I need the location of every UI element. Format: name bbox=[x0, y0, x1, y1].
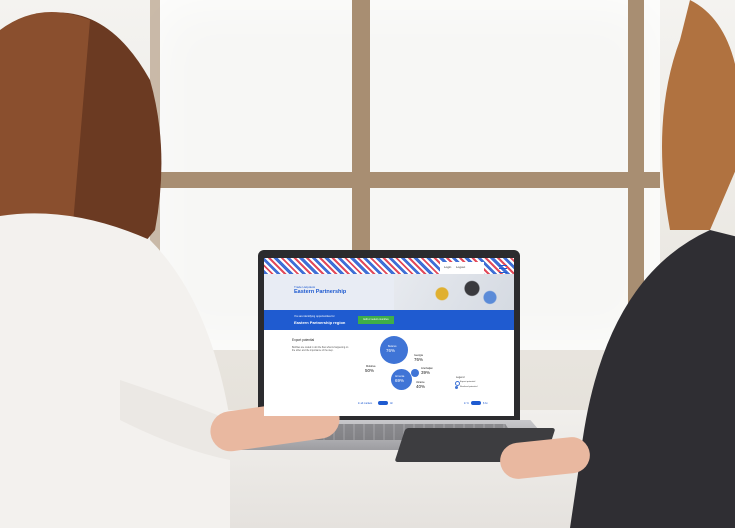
bubble-value: 50% bbox=[365, 368, 375, 373]
bubble-azerbaijan[interactable] bbox=[411, 369, 419, 377]
unit-toggle[interactable] bbox=[471, 401, 481, 405]
legend-item-realised: Realised potential bbox=[460, 386, 478, 388]
section-text: Bubbles are coded in dot the flow what i… bbox=[292, 347, 349, 353]
toggle-left-value: All bbox=[390, 402, 393, 405]
hero-photo bbox=[394, 274, 514, 310]
bubble-value: 76% bbox=[414, 357, 424, 362]
section-title: Export potential bbox=[292, 338, 315, 342]
photo-scene: Login Logout Trade Helpdesk Eastern Part… bbox=[0, 0, 735, 528]
edit-countries-button[interactable]: Edit or select countries bbox=[358, 316, 394, 324]
band-intro: You are identifying opportunities for bbox=[294, 315, 335, 318]
markets-toggle[interactable] bbox=[378, 401, 388, 405]
legend-dot-realised bbox=[455, 386, 458, 389]
bubble-value: 39% bbox=[421, 370, 431, 375]
bubble-value: 69% bbox=[395, 378, 405, 383]
toggle-right-b: $ bn bbox=[483, 402, 488, 405]
toggle-right-a: In % bbox=[464, 402, 469, 405]
legend-item-export: Export potential bbox=[460, 381, 476, 383]
bubble-value: 76% bbox=[386, 348, 396, 353]
laptop-screen: Login Logout Trade Helpdesk Eastern Part… bbox=[264, 258, 514, 416]
bubble-value: 40% bbox=[416, 384, 426, 389]
logout-link[interactable]: Logout bbox=[456, 265, 465, 269]
hero-title: Eastern Partnership bbox=[294, 289, 347, 295]
person-left bbox=[0, 12, 230, 528]
legend-title: Legend bbox=[456, 376, 465, 379]
login-link[interactable]: Login bbox=[444, 265, 451, 269]
band-region: Eastern Partnership region bbox=[294, 320, 346, 325]
hamburger-menu-icon[interactable] bbox=[499, 265, 507, 273]
toggle-left-label: In all markets bbox=[358, 402, 373, 405]
